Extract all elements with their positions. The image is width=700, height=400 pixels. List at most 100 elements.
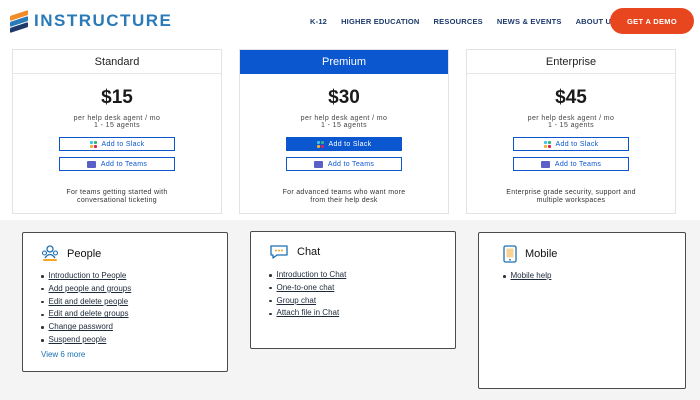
plan-price-unit: per help desk agent / mo: [73, 115, 161, 122]
help-link[interactable]: Edit and delete groups: [49, 308, 129, 321]
plan-agent-range: 1 - 15 agents: [320, 122, 368, 129]
mobile-help-panel: Mobile Mobile help: [478, 232, 686, 389]
slack-icon: [543, 140, 551, 148]
people-icon: [41, 245, 59, 261]
add-to-teams-label: Add to Teams: [100, 160, 148, 168]
bullet: [41, 326, 44, 329]
list-item: Group chat: [269, 295, 346, 308]
panel-header: Mobile: [503, 245, 557, 263]
view-more-link[interactable]: View 6 more: [41, 350, 85, 359]
help-link[interactable]: Attach file in Chat: [277, 307, 340, 320]
help-link[interactable]: Add people and groups: [49, 283, 132, 296]
plan-agent-range: 1 - 15 agents: [93, 122, 141, 129]
help-link[interactable]: Edit and delete people: [49, 296, 129, 309]
brand-name: INSTRUCTURE: [34, 11, 173, 30]
list-item: Introduction to Chat: [269, 269, 346, 282]
panel-header: People: [41, 245, 101, 263]
plan-description-line-2: from their help desk: [310, 197, 378, 204]
chat-help-panel: Chat Introduction to Chat One-to-one cha…: [250, 231, 456, 349]
plan-description: Enterprise grade security, support and m…: [467, 189, 675, 205]
panel-title: Mobile: [525, 248, 558, 260]
nav-resources[interactable]: RESOURCES: [434, 17, 483, 26]
bullet: [41, 339, 44, 342]
people-help-links: Introduction to People Add people and gr…: [41, 270, 131, 347]
plan-description-line-2: multiple workspaces: [536, 197, 606, 204]
add-to-teams-label: Add to Teams: [327, 160, 375, 168]
bullet: [503, 275, 506, 278]
nav-news-events[interactable]: NEWS & EVENTS: [497, 17, 562, 26]
plan-price: $45: [555, 87, 587, 108]
plan-price: $30: [328, 87, 360, 108]
get-a-demo-button[interactable]: GET A DEMO: [610, 8, 694, 34]
list-item: Add people and groups: [41, 283, 131, 296]
plan-description: For teams getting started with conversat…: [13, 189, 221, 205]
list-item: Attach file in Chat: [269, 307, 346, 320]
plan-price-unit: per help desk agent / mo: [527, 115, 615, 122]
help-link[interactable]: Group chat: [277, 295, 317, 308]
bullet: [41, 300, 44, 304]
plan-card-standard: Standard $15 per help desk agent / mo 1 …: [12, 49, 222, 214]
help-link[interactable]: Mobile help: [511, 270, 552, 283]
teams-icon: [86, 160, 96, 168]
add-to-slack-label: Add to Slack: [328, 140, 372, 148]
bullet: [269, 312, 272, 316]
list-item: Suspend people: [41, 334, 131, 347]
help-link[interactable]: Suspend people: [49, 334, 107, 347]
mobile-icon: [503, 245, 517, 263]
plan-card-enterprise: Enterprise $45 per help desk agent / mo …: [466, 49, 676, 214]
bullet: [269, 299, 272, 303]
plan-description-line-2: conversational ticketing: [77, 197, 157, 204]
teams-icon: [540, 160, 550, 168]
add-to-slack-button[interactable]: Add to Slack: [59, 137, 175, 151]
top-navigation-bar: INSTRUCTURE K-12 HIGHER EDUCATION RESOUR…: [0, 0, 700, 44]
plan-description: For advanced teams who want more from th…: [240, 189, 448, 205]
list-item: Introduction to People: [41, 270, 131, 283]
nav-higher-education[interactable]: HIGHER EDUCATION: [341, 17, 419, 26]
help-link[interactable]: Introduction to Chat: [277, 269, 347, 282]
plan-name: Premium: [240, 50, 448, 74]
bullet: [41, 313, 44, 317]
plan-description-line-1: For teams getting started with: [66, 189, 168, 196]
add-to-slack-button[interactable]: Add to Slack: [286, 137, 402, 151]
add-to-teams-label: Add to Teams: [554, 160, 602, 168]
panel-title: Chat: [297, 246, 321, 258]
help-link[interactable]: Change password: [49, 321, 113, 334]
chat-help-links: Introduction to Chat One-to-one chat Gro…: [269, 269, 346, 320]
add-to-slack-label: Add to Slack: [555, 140, 599, 148]
add-to-teams-button[interactable]: Add to Teams: [513, 157, 629, 171]
plan-description-line-1: Enterprise grade security, support and: [506, 189, 636, 196]
help-link[interactable]: Introduction to People: [49, 270, 127, 283]
bullet: [41, 287, 44, 291]
instructure-logo-icon: [10, 10, 28, 33]
list-item: One-to-one chat: [269, 282, 346, 295]
list-item: Mobile help: [503, 270, 551, 283]
main-nav: K-12 HIGHER EDUCATION RESOURCES NEWS & E…: [310, 17, 616, 26]
people-help-panel: People Introduction to People Add people…: [22, 232, 228, 372]
bullet: [41, 275, 44, 278]
panel-title: People: [67, 248, 102, 260]
bullet: [269, 274, 272, 277]
plan-agent-range: 1 - 15 agents: [547, 122, 595, 129]
mobile-help-links: Mobile help: [503, 270, 551, 283]
panel-header: Chat: [269, 244, 320, 260]
plan-card-premium: Premium $30 per help desk agent / mo 1 -…: [239, 49, 449, 214]
add-to-slack-label: Add to Slack: [101, 140, 145, 148]
slack-icon: [89, 140, 97, 148]
bullet: [269, 286, 272, 290]
nav-k12[interactable]: K-12: [310, 17, 327, 26]
teams-icon: [313, 160, 323, 168]
add-to-slack-button[interactable]: Add to Slack: [513, 137, 629, 151]
slack-icon: [316, 140, 324, 148]
add-to-teams-button[interactable]: Add to Teams: [286, 157, 402, 171]
list-item: Edit and delete groups: [41, 308, 131, 321]
plan-description-line-1: For advanced teams who want more: [282, 189, 406, 196]
list-item: Edit and delete people: [41, 296, 131, 309]
plan-name: Enterprise: [467, 50, 675, 74]
add-to-teams-button[interactable]: Add to Teams: [59, 157, 175, 171]
chat-icon: [270, 245, 288, 259]
list-item: Change password: [41, 321, 131, 334]
plan-price: $15: [101, 87, 133, 108]
help-link[interactable]: One-to-one chat: [277, 282, 335, 295]
plan-price-unit: per help desk agent / mo: [300, 115, 388, 122]
instructure-logo[interactable]: INSTRUCTURE: [10, 10, 173, 33]
